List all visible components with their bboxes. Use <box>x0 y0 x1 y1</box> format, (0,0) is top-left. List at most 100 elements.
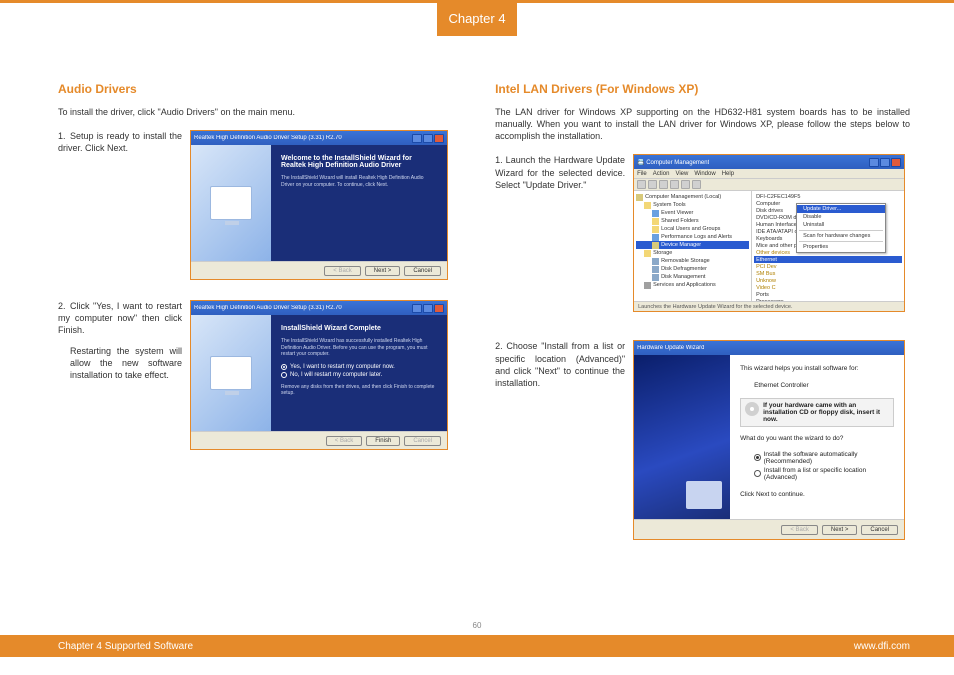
win-titlebar: Realtek High Definition Audio Driver Set… <box>191 301 447 315</box>
huw-footer: < Back Next > Cancel <box>634 519 904 539</box>
lan-step1-row: 1. Launch the Hardware Update Wizard for… <box>495 154 910 312</box>
menu-bar: File Action View Window Help <box>634 169 904 179</box>
radio-icon <box>754 470 761 477</box>
tree-node[interactable]: Removable Storage <box>636 257 749 265</box>
wizard-sidebar <box>191 315 271 431</box>
ctx-disable[interactable]: Disable <box>797 213 885 221</box>
radio-label: Install the software automatically (Reco… <box>764 451 894 465</box>
tree-node[interactable]: Storage <box>636 249 749 257</box>
finish-button[interactable]: Finish <box>366 436 400 446</box>
wizard-footer: < Back Next > Cancel <box>191 261 447 279</box>
huw-radio-advanced[interactable]: Install from a list or specific location… <box>740 467 894 481</box>
toolbar-icon[interactable] <box>648 180 657 189</box>
toolbar-icon[interactable] <box>659 180 668 189</box>
wizard-title: InstallShield Wizard Complete <box>281 325 437 332</box>
next-button[interactable]: Next > <box>365 266 401 276</box>
audio-screenshot-1: Realtek High Definition Audio Driver Set… <box>190 130 448 280</box>
huw-line1: This wizard helps you install software f… <box>740 365 894 373</box>
tree-node[interactable]: Services and Applications <box>636 281 749 289</box>
maximize-icon[interactable] <box>423 304 433 313</box>
back-button[interactable]: < Back <box>781 525 818 535</box>
toolbar-icon[interactable] <box>670 180 679 189</box>
lan-intro: The LAN driver for Windows XP supporting… <box>495 106 910 142</box>
toolbar-icon[interactable] <box>692 180 701 189</box>
footer-bar: Chapter 4 Supported Software www.dfi.com <box>0 635 954 657</box>
tree-node[interactable]: Performance Logs and Alerts <box>636 233 749 241</box>
cancel-button[interactable]: Cancel <box>404 436 441 446</box>
menu-file[interactable]: File <box>637 171 647 177</box>
tree-node[interactable]: Computer Management (Local) <box>636 193 749 201</box>
maximize-icon[interactable] <box>423 134 433 143</box>
toolbar-icon[interactable] <box>681 180 690 189</box>
device-node[interactable]: PCI Dev <box>754 263 902 270</box>
ctx-uninstall[interactable]: Uninstall <box>797 221 885 229</box>
audio-intro: To install the driver, click "Audio Driv… <box>58 106 461 118</box>
maximize-icon[interactable] <box>880 158 890 167</box>
device-node[interactable]: Processors <box>754 298 902 301</box>
minimize-icon[interactable] <box>412 304 422 313</box>
left-tree: Computer Management (Local) System Tools… <box>634 191 752 301</box>
step2-num: 2. <box>58 300 70 312</box>
radio-label: Yes, I want to restart my computer now. <box>290 364 395 370</box>
footer-left: Chapter 4 Supported Software <box>58 641 193 652</box>
context-menu: Update Driver... Disable Uninstall Scan … <box>796 203 886 253</box>
device-node[interactable]: Ports <box>754 291 902 298</box>
win-title: Hardware Update Wizard <box>637 345 704 351</box>
cancel-button[interactable]: Cancel <box>861 525 898 535</box>
audio-screenshot-2: Realtek High Definition Audio Driver Set… <box>190 300 448 450</box>
tree-node[interactable]: Disk Management <box>636 273 749 281</box>
cancel-button[interactable]: Cancel <box>404 266 441 276</box>
ctx-update-driver[interactable]: Update Driver... <box>797 205 885 213</box>
radio-icon <box>754 454 761 461</box>
tree-node-selected[interactable]: Device Manager <box>636 241 749 249</box>
device-root[interactable]: DFI-C2FEC149F5 <box>754 193 902 200</box>
lan-step2-text: 2. Choose "Install from a list or specif… <box>495 340 625 540</box>
huw-main: This wizard helps you install software f… <box>730 355 904 519</box>
device-node[interactable]: Video C <box>754 284 902 291</box>
radio-label: No, I will restart my computer later. <box>290 372 382 378</box>
win-title: 📇 Computer Management <box>637 159 709 166</box>
tree-node[interactable]: Disk Defragmenter <box>636 265 749 273</box>
wizard-main: Welcome to the InstallShield Wizard for … <box>271 145 447 261</box>
huw-cd-note: If your hardware came with an installati… <box>740 398 894 427</box>
menu-view[interactable]: View <box>675 171 688 177</box>
restart-now-radio[interactable]: Yes, I want to restart my computer now. <box>281 364 437 370</box>
tree-node[interactable]: System Tools <box>636 201 749 209</box>
ctx-properties[interactable]: Properties <box>797 243 885 251</box>
compmgmt-screenshot: 📇 Computer Management File Action View W… <box>633 154 905 312</box>
chapter-tag: Chapter 4 <box>437 0 517 36</box>
close-icon[interactable] <box>434 134 444 143</box>
menu-window[interactable]: Window <box>694 171 715 177</box>
step1-body: Setup is ready to install the driver. Cl… <box>58 131 182 153</box>
win-title: Realtek High Definition Audio Driver Set… <box>194 305 342 311</box>
device-ethernet-selected[interactable]: Ethernet <box>754 256 902 263</box>
back-button[interactable]: < Back <box>326 436 363 446</box>
device-node[interactable]: Unknow <box>754 277 902 284</box>
minimize-icon[interactable] <box>869 158 879 167</box>
next-button[interactable]: Next > <box>822 525 858 535</box>
huw-body: This wizard helps you install software f… <box>634 355 904 519</box>
menu-help[interactable]: Help <box>722 171 734 177</box>
huw-radio-auto[interactable]: Install the software automatically (Reco… <box>740 451 894 465</box>
tree-node[interactable]: Local Users and Groups <box>636 225 749 233</box>
lan-step2-body: 2. Choose "Install from a list or specif… <box>495 340 625 389</box>
wizard-sidebar <box>191 145 271 261</box>
close-icon[interactable] <box>434 304 444 313</box>
device-node[interactable]: SM Bus <box>754 270 902 277</box>
minimize-icon[interactable] <box>412 134 422 143</box>
close-icon[interactable] <box>891 158 901 167</box>
wizard-title: Welcome to the InstallShield Wizard for … <box>281 155 437 169</box>
menu-action[interactable]: Action <box>653 171 670 177</box>
audio-drivers-heading: Audio Drivers <box>58 82 461 96</box>
step2-body-b: Restarting the system will allow the new… <box>58 345 182 381</box>
tree-node[interactable]: Shared Folders <box>636 217 749 225</box>
tree-node[interactable]: Event Viewer <box>636 209 749 217</box>
page-content: Audio Drivers To install the driver, cli… <box>0 36 954 560</box>
toolbar-icon[interactable] <box>637 180 646 189</box>
ctx-scan[interactable]: Scan for hardware changes <box>797 232 885 240</box>
huw-screenshot: Hardware Update Wizard This wizard helps… <box>633 340 905 540</box>
audio-step2-text: 2.Click "Yes, I want to restart my compu… <box>58 300 182 450</box>
back-button[interactable]: < Back <box>324 266 361 276</box>
huw-sidebar <box>634 355 730 519</box>
restart-later-radio[interactable]: No, I will restart my computer later. <box>281 372 437 378</box>
